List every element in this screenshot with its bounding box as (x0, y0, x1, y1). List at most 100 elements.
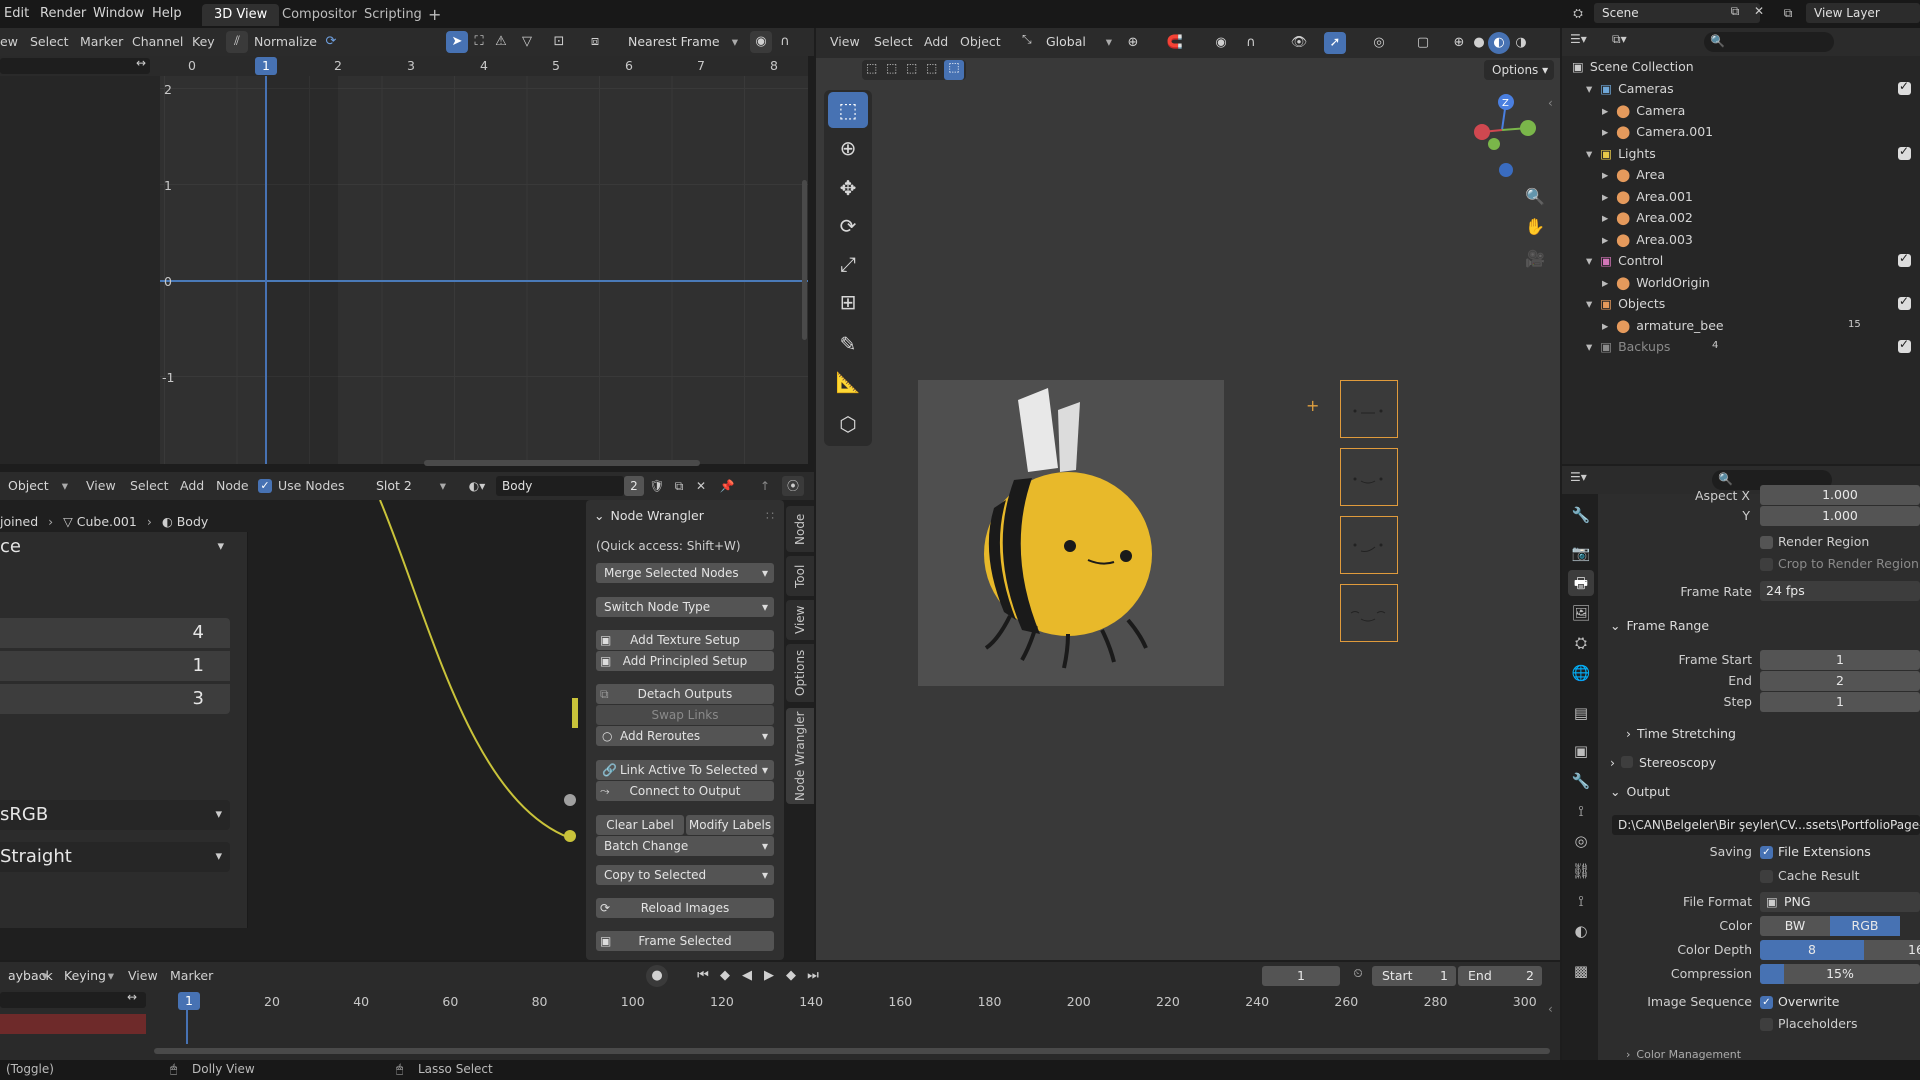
outliner-row[interactable]: ▸ ⬤ WorldOrigin (1602, 272, 1710, 294)
slot-dropdown[interactable]: Slot 2 (368, 476, 452, 496)
node-menu-add[interactable]: Add (180, 472, 204, 500)
disclosure-open-icon[interactable]: ▾ (1586, 146, 1596, 161)
frame-selected-button[interactable]: ▣ Frame Selected (596, 931, 774, 951)
jump-start-icon[interactable]: ⏮ (692, 965, 714, 987)
transform-icon[interactable]: ⊞ (828, 284, 868, 320)
menu-edit[interactable]: Edit (4, 0, 29, 28)
outliner-row[interactable]: ▾ ▣ Backups (1586, 336, 1670, 358)
view-layer-tab-icon[interactable]: 🖼 (1568, 600, 1594, 626)
menu-help[interactable]: Help (152, 0, 182, 28)
falloff-curve-icon[interactable]: ∩ (1240, 32, 1262, 54)
alpha-mode-dropdown[interactable]: Straight ▾ (0, 842, 230, 872)
disclosure-closed-icon[interactable]: ▸ (1602, 167, 1612, 182)
aspect-y-field[interactable]: 1.000 (1760, 506, 1920, 526)
playback-menu[interactable]: ayback (0, 966, 54, 986)
select-extend-icon[interactable]: ⬚ (886, 61, 897, 75)
keying-menu[interactable]: Keying (56, 966, 120, 986)
file-format-dropdown[interactable]: ▣ PNG (1760, 892, 1920, 912)
color-bw-toggle[interactable]: BW (1760, 916, 1830, 936)
view-layer-icon[interactable]: ⧉ (1776, 2, 1800, 24)
exclude-checkbox[interactable] (1898, 79, 1911, 95)
errors-icon[interactable]: ⚠ (490, 31, 512, 53)
material-tab-icon[interactable]: ◐ (1568, 918, 1594, 944)
clear-label-button[interactable]: Clear Label (596, 815, 684, 835)
timeline-channel-row[interactable] (0, 1014, 146, 1034)
disclosure-closed-icon[interactable]: ▸ (1602, 124, 1612, 139)
add-workspace-button[interactable]: + (416, 4, 453, 26)
snap-icon[interactable]: ⧈ (584, 31, 606, 53)
unlink-material-icon[interactable]: ✕ (692, 476, 710, 496)
jump-end-icon[interactable]: ⏭ (802, 965, 824, 987)
constraints-tab-icon[interactable]: ⛓ (1568, 858, 1594, 884)
stereoscopy-section[interactable]: › Stereoscopy (1610, 755, 1716, 770)
disclosure-closed-icon[interactable]: ▸ (1602, 232, 1612, 247)
disclosure-closed-icon[interactable]: ▸ (1602, 275, 1612, 290)
pan-hand-icon[interactable]: ✋ (1522, 214, 1548, 240)
tool-tab-icon[interactable]: 🔧 (1568, 502, 1594, 528)
mode-dropdown[interactable]: Object (0, 476, 74, 496)
node-menu-select[interactable]: Select (130, 472, 169, 500)
disclosure-open-icon[interactable]: ▾ (1586, 253, 1596, 268)
texture-tab-icon[interactable]: ▩ (1568, 958, 1594, 984)
select-subtract-icon[interactable]: ⬚ (906, 61, 917, 75)
link-active-to-selected-dropdown[interactable]: 🔗 Link Active To Selected (596, 760, 774, 780)
select-intersect-icon[interactable]: ⬚ (944, 60, 964, 80)
snap-mode-dropdown[interactable]: Nearest Frame (620, 32, 744, 52)
timeline-start-field[interactable]: Start 1 (1372, 966, 1456, 986)
prev-keyframe-icon[interactable]: ◆ (714, 965, 736, 987)
time-stretching-section[interactable]: › Time Stretching (1626, 726, 1736, 741)
pivot-icon[interactable]: ⊡ (548, 31, 570, 53)
viewport-menu-view[interactable]: View (830, 28, 860, 56)
exclude-checkbox[interactable] (1898, 251, 1911, 267)
disclosure-closed-icon[interactable]: ▸ (1602, 189, 1612, 204)
snap-toggle-icon[interactable]: 🧲 (1164, 32, 1186, 54)
material-name-field[interactable]: Body (496, 476, 624, 496)
face-expression-plane[interactable] (1340, 448, 1398, 506)
material-user-count[interactable]: 2 (624, 476, 644, 496)
select-mode-buttons[interactable]: ⬚ ⬚ ⬚ ⬚ ⬚ (862, 60, 966, 80)
placeholders-checkbox[interactable] (1760, 1018, 1773, 1031)
node-socket[interactable] (564, 794, 576, 806)
outliner-search-input[interactable]: 🔍 (1704, 32, 1834, 52)
exclude-checkbox[interactable] (1898, 144, 1911, 160)
node-wrangler-title[interactable]: ⌄ Node Wrangler ∷ (594, 506, 778, 526)
merge-selected-nodes-dropdown[interactable]: Merge Selected Nodes (596, 563, 774, 583)
data-tab-icon[interactable]: ⟟ (1568, 888, 1594, 914)
side-tab-options[interactable]: Options (786, 644, 814, 702)
normalize-toggle-icon[interactable]: ⫽ (226, 31, 248, 53)
node-socket-color[interactable] (564, 830, 576, 842)
swap-links-button[interactable]: Swap Links (596, 705, 774, 725)
falloff-icon[interactable]: ∩ (774, 31, 796, 53)
outliner-row[interactable]: ▾ ▣ Control (1586, 250, 1663, 272)
side-tab-node-wrangler[interactable]: Node Wrangler (786, 708, 814, 804)
physics-tab-icon[interactable]: ◎ (1568, 828, 1594, 854)
transform-orientation-dropdown[interactable]: Global (1038, 32, 1118, 52)
select-new-icon[interactable]: ⬚ (866, 61, 877, 75)
gizmo-toggle-icon[interactable]: ➚ (1324, 32, 1346, 54)
disclosure-open-icon[interactable]: ▾ (1586, 296, 1596, 311)
reload-images-button[interactable]: ⟳ Reload Images (596, 898, 774, 918)
switch-node-type-dropdown[interactable]: Switch Node Type (596, 597, 774, 617)
auto-keying-icon[interactable]: ● (646, 965, 668, 987)
cache-result-checkbox[interactable] (1760, 870, 1773, 883)
normalize-label[interactable]: Normalize (254, 28, 317, 56)
face-expression-plane[interactable] (1340, 380, 1398, 438)
solid-shading-icon[interactable]: ● (1468, 32, 1490, 54)
compression-slider[interactable]: 15% (1760, 964, 1920, 984)
navigation-gizmo[interactable]: Z (1462, 90, 1542, 180)
color-depth-8-toggle[interactable]: 8 (1760, 940, 1864, 960)
color-depth-16-toggle[interactable]: 16 (1864, 940, 1920, 960)
editor-type-icon[interactable]: ☰▾ (1570, 470, 1587, 484)
outliner-row[interactable]: ▸ ⬤ Camera (1602, 100, 1685, 122)
zoom-icon[interactable]: 🔍 (1522, 184, 1548, 210)
crop-region-checkbox[interactable] (1760, 558, 1773, 571)
drag-handle-icon[interactable]: ∷ (766, 506, 774, 526)
frame-step-field[interactable]: 1 (1760, 692, 1920, 712)
face-expression-plane[interactable] (1340, 516, 1398, 574)
add-cube-icon[interactable]: ⬡ (828, 406, 868, 442)
only-selected-icon[interactable]: ➤ (446, 31, 468, 53)
visibility-icon[interactable]: 👁 (1288, 32, 1310, 54)
material-preview-shading-icon[interactable]: ◐ (1488, 32, 1510, 54)
side-tab-view[interactable]: View (786, 600, 814, 640)
rotate-icon[interactable]: ⟳ (828, 208, 868, 244)
